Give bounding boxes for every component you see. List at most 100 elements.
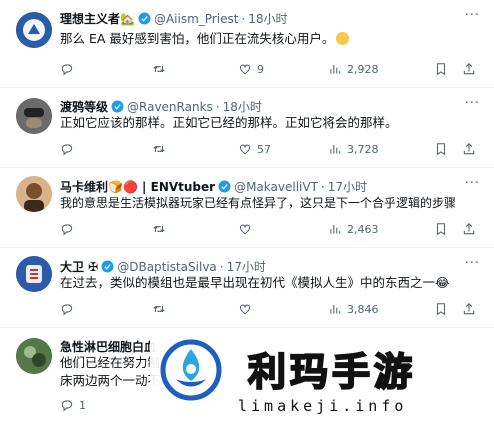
bookmark-button[interactable] [434,142,448,156]
author-name[interactable]: 理想主义者🏡 [60,10,135,27]
action-bar: 57 3,728 [60,142,480,160]
action-bar: 2,463 [60,222,480,240]
reply-icon [61,224,73,236]
tweet[interactable]: 理想主义者🏡 @Aiism_Priest · 18小时 ··· 那么 EA 最好… [0,0,494,88]
views-button[interactable]: 2,928 [328,62,379,76]
view-count: 3,728 [347,142,379,156]
share-icon [463,143,475,155]
views-chart-icon [330,224,341,234]
sweat-smile-emoji-icon [336,32,350,45]
bookmark-icon [436,303,446,316]
verified-icon [111,100,124,113]
share-button[interactable] [462,62,476,76]
tweet-text: 那么 EA 最好感到害怕，他们正在流失核心用户。 [60,30,350,48]
timestamp[interactable]: 17小时 [227,258,266,275]
share-icon [463,63,475,75]
more-options-icon[interactable]: ··· [465,176,480,191]
tweet-text-line: 他们已经在努力制 [60,355,161,370]
bookmark-button[interactable] [434,302,448,316]
reply-button[interactable] [60,222,79,236]
tweet[interactable]: 渡鸦等级 @RavenRanks · 18小时 ··· 正如它应该的那样。正如它… [0,88,494,168]
more-options-icon[interactable]: ··· [465,8,480,23]
heart-icon [239,64,251,75]
separator-dot: · [215,99,220,114]
author-handle[interactable]: @Aiism_Priest [154,12,238,26]
reply-button[interactable] [60,62,79,76]
share-button[interactable] [462,302,476,316]
avatar[interactable] [16,256,52,292]
reply-icon [61,64,73,76]
views-chart-icon [330,64,341,74]
author-handle[interactable]: @MakavelliVT [234,180,318,194]
author-name[interactable]: 大卫 ✠ [60,258,98,275]
retweet-icon [153,305,165,313]
share-button[interactable] [462,142,476,156]
retweet-button[interactable] [152,62,171,76]
author-handle[interactable]: @DBaptistaSilva [117,260,217,274]
like-button[interactable] [238,302,257,316]
share-icon [463,223,475,235]
tweet-header: 大卫 ✠ @DBaptistaSilva · 17小时 [60,258,266,275]
reply-count: 1 [79,398,86,412]
retweet-button[interactable] [152,222,171,236]
tweet-text: 在过去，类似的模组也是最早出现在初代《模拟人生》中的东西之一😂 [60,275,450,290]
timestamp[interactable]: 18小时 [223,98,262,115]
avatar[interactable] [16,12,52,48]
avatar[interactable] [16,176,52,212]
tweet[interactable]: 大卫 ✠ @DBaptistaSilva · 17小时 ··· 在过去，类似的模… [0,248,494,328]
views-button[interactable]: 3,728 [328,142,379,156]
bookmark-button[interactable] [434,62,448,76]
like-count: 9 [257,62,264,76]
separator-dot: · [219,259,224,274]
tweet-text: 他们已经在努力制 床两边两个一动不 [60,354,160,390]
verified-icon [101,260,114,273]
author-name[interactable]: 急性淋巴细胞白血 [60,338,156,355]
retweet-button[interactable] [152,142,171,156]
view-count: 3,846 [347,302,379,316]
views-button[interactable]: 3,846 [328,302,379,316]
verified-icon [138,12,151,25]
retweet-icon [153,145,165,153]
like-button[interactable]: 57 [238,142,271,156]
like-button[interactable] [238,222,257,236]
like-count: 57 [257,142,271,156]
reply-button[interactable] [60,142,79,156]
reply-icon [61,304,73,316]
watermark-title: 利玛手游 [247,349,417,395]
tweet-text-line: 床两边两个一动不 [60,373,161,388]
tweet-text: 我的意思是生活模拟器玩家已经有点怪异了，这只是下一个合乎逻辑的步骤 [60,196,457,210]
retweet-button[interactable] [152,302,171,316]
avatar[interactable] [16,338,52,374]
tweet[interactable]: 马卡维利🍞🔴 | ENVtuber @MakavelliVT · 17小时 ··… [0,168,494,248]
retweet-icon [153,65,165,73]
reply-button[interactable]: 1 [60,398,86,412]
separator-dot: · [320,179,325,194]
separator-dot: · [241,11,246,26]
tweet-header: 渡鸦等级 @RavenRanks · 18小时 [60,98,262,115]
view-count: 2,463 [347,222,379,236]
share-icon [463,303,475,315]
timestamp[interactable]: 17小时 [328,178,367,195]
timestamp[interactable]: 18小时 [248,10,287,27]
verified-icon [218,180,231,193]
author-handle[interactable]: @RavenRanks [127,100,213,114]
bookmark-button[interactable] [434,222,448,236]
views-button[interactable]: 2,463 [328,222,379,236]
author-name[interactable]: 马卡维利🍞🔴 | ENVtuber [60,178,215,195]
reply-icon [61,400,73,412]
share-button[interactable] [462,222,476,236]
tweet-text: 正如它应该的那样。正如它已经的那样。正如它将会的那样。 [60,115,398,130]
avatar[interactable] [16,98,52,134]
heart-icon [239,144,251,155]
like-button[interactable]: 9 [238,62,264,76]
bookmark-icon [436,143,446,156]
more-options-icon[interactable]: ··· [465,96,480,111]
author-name[interactable]: 渡鸦等级 [60,98,108,115]
tweet-header: 马卡维利🍞🔴 | ENVtuber @MakavelliVT · 17小时 [60,178,367,195]
retweet-icon [153,225,165,233]
more-options-icon[interactable]: ··· [465,256,480,271]
watermark-subtitle: limakeji.info [238,397,408,415]
bookmark-icon [436,223,446,236]
reply-button[interactable] [60,302,79,316]
watermark-overlay: 利玛手游 limakeji.info [150,333,494,423]
